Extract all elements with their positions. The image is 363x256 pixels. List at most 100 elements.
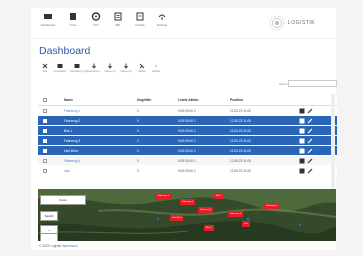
col-last-header[interactable]: Letzte Aktion [178, 98, 199, 102]
tool-select[interactable]: Auswählen [53, 63, 67, 73]
tool-label: Status (1) [104, 70, 116, 73]
row-checkbox[interactable] [43, 148, 47, 153]
details-icon [136, 12, 144, 21]
col-approx-header[interactable]: Ungefähr [137, 98, 151, 102]
poi-icon [91, 12, 101, 21]
col-position-header[interactable]: Position [230, 98, 243, 102]
map-pin[interactable]: Bus 1 [214, 193, 224, 199]
row-checkbox[interactable] [43, 168, 47, 173]
select-all-icon [42, 63, 48, 69]
nav-item-settings[interactable]: Settings [151, 12, 173, 27]
tool-label: Status [138, 70, 146, 73]
row-last-action: 0:00:00:00 1 [178, 139, 196, 143]
row-map-icon[interactable] [299, 148, 305, 154]
map-pin[interactable]: Fahrzeug 3 [198, 207, 214, 213]
nav-item-ibs[interactable]: IBS [107, 12, 129, 27]
map-pin[interactable]: Fahrzeug 1 [156, 193, 172, 199]
row-checkbox[interactable] [43, 158, 47, 163]
map-type-satellit[interactable]: Satellit [40, 211, 58, 221]
nav-item-dashboard[interactable]: Dashboard [37, 12, 59, 27]
map-pin[interactable]: Bus 2 [204, 225, 214, 231]
row-map-icon[interactable] [299, 128, 305, 134]
company-logo[interactable]: LOGISTIK [269, 13, 335, 33]
row-name[interactable]: Fahrzeug 2 [64, 119, 80, 123]
row-name[interactable]: Fahrzeug 1 [64, 109, 80, 113]
footer: © 2023 Logistik Impressum [39, 244, 78, 248]
map-view[interactable]: Fahrzeug 1 Fahrzeug 2 Bus 1 Fahrzeug 3 L… [38, 189, 336, 241]
tool-status[interactable]: Status [135, 63, 149, 73]
map-pin[interactable]: Fahrzeug 5 [264, 203, 280, 209]
row-approx: 0 [137, 109, 139, 113]
row-position: 12.05.23 11:00 [230, 149, 252, 153]
top-navigation: Dashboard Units POI IBS Details Settings [31, 8, 336, 39]
row-last-action: 0:00:00:00 1 [178, 159, 196, 163]
row-last-action: 0:00:00:00 1 [178, 109, 196, 113]
row-checkbox[interactable] [43, 128, 47, 133]
row-edit-icon[interactable] [307, 128, 313, 134]
table-row[interactable]: Bus 1 0 0:00:00:00 1 12.05.23 11:00 [38, 126, 337, 135]
row-position: 12.05.23 11:00 [230, 119, 252, 123]
select-all-checkbox[interactable] [43, 98, 47, 102]
exception2-icon [92, 63, 96, 69]
map-pin[interactable]: Lkw [242, 221, 250, 227]
row-last-action: 0:00:00:00 1 [178, 149, 196, 153]
row-map-icon[interactable] [299, 118, 305, 124]
row-name[interactable]: Fahrzeug 4 [64, 159, 80, 163]
table-row[interactable]: Lkw West 0 0:00:00:00 1 12.05.23 11:00 [38, 146, 337, 155]
table-header: Name Ungefähr Letzte Aktion Position [38, 94, 337, 106]
tool-status-2[interactable]: Status (2) [119, 63, 133, 73]
row-name[interactable]: Lkw West [64, 149, 78, 153]
table-row[interactable]: Lkw 0 0:00:00:00 1 12.05.23 11:00 [38, 166, 337, 175]
row-name[interactable]: Fahrzeug 3 [64, 139, 80, 143]
logo-mark-icon [269, 15, 285, 31]
row-approx: 0 [137, 169, 139, 173]
zoom-out-button[interactable]: - [40, 233, 58, 241]
row-approx: 0 [137, 119, 139, 123]
nav-item-poi[interactable]: POI [85, 12, 107, 27]
footer-link[interactable]: Impressum [62, 244, 78, 248]
row-last-action: 0:00:00:00 1 [178, 119, 196, 123]
row-name[interactable]: Bus 1 [64, 129, 72, 133]
row-edit-icon[interactable] [307, 158, 313, 164]
tool-select-all[interactable]: Alle [38, 63, 52, 73]
row-approx: 1 [137, 139, 139, 143]
row-map-icon[interactable] [299, 108, 305, 114]
table-row[interactable]: Fahrzeug 4 0 0:00:00:00 1 12.05.23 11:00 [38, 156, 337, 165]
row-checkbox[interactable] [43, 118, 47, 123]
table-row[interactable]: Fahrzeug 1 0 0:00:00:00 1 12.05.23 11:00 [38, 106, 337, 115]
row-map-icon[interactable] [299, 138, 305, 144]
row-map-icon[interactable] [299, 158, 305, 164]
nav-label: IBS [115, 23, 121, 27]
row-map-icon[interactable] [299, 168, 305, 174]
tool-exception-2[interactable]: Ausnahme ... [87, 63, 102, 73]
map-pin[interactable]: Fahrzeug 4 [228, 211, 244, 217]
row-edit-icon[interactable] [307, 108, 313, 114]
tool-exception[interactable]: Ausnahme (IQ) [70, 63, 88, 73]
nav-label: Dashboard [40, 23, 56, 27]
table-row[interactable]: Fahrzeug 2 0 0:00:00:00 1 12.05.23 11:00 [38, 116, 337, 125]
nav-item-units[interactable]: Units [62, 12, 84, 27]
tool-label: Ausnahme (IQ) [70, 70, 88, 73]
row-last-action: 0:00:00:00 1 [178, 169, 196, 173]
map-type-karte[interactable]: Karte [40, 195, 86, 205]
map-pin[interactable]: Fahrzeug 2 [180, 199, 196, 205]
row-edit-icon[interactable] [307, 118, 313, 124]
tool-details[interactable]: Details [149, 63, 163, 73]
page: Dashboard Units POI IBS Details Settings [31, 8, 337, 250]
table-row[interactable]: Fahrzeug 3 1 0:00:00:00 1 12.05.23 11:00 [38, 136, 337, 145]
tool-status-1[interactable]: Status (1) [103, 63, 117, 73]
row-name[interactable]: Lkw [64, 169, 70, 173]
nav-item-details[interactable]: Details [129, 12, 151, 27]
row-edit-icon[interactable] [307, 148, 313, 154]
search-input[interactable] [288, 80, 337, 87]
table-scrollbar[interactable] [331, 94, 335, 194]
nav-label: Settings [156, 23, 168, 27]
row-checkbox[interactable] [43, 138, 47, 143]
units-icon [70, 13, 76, 20]
row-edit-icon[interactable] [307, 168, 313, 174]
row-edit-icon[interactable] [307, 138, 313, 144]
map-pin[interactable]: Lkw West [170, 215, 184, 221]
tool-label: Details [152, 70, 160, 73]
row-checkbox[interactable] [43, 108, 47, 113]
col-name-header[interactable]: Name [64, 98, 73, 102]
